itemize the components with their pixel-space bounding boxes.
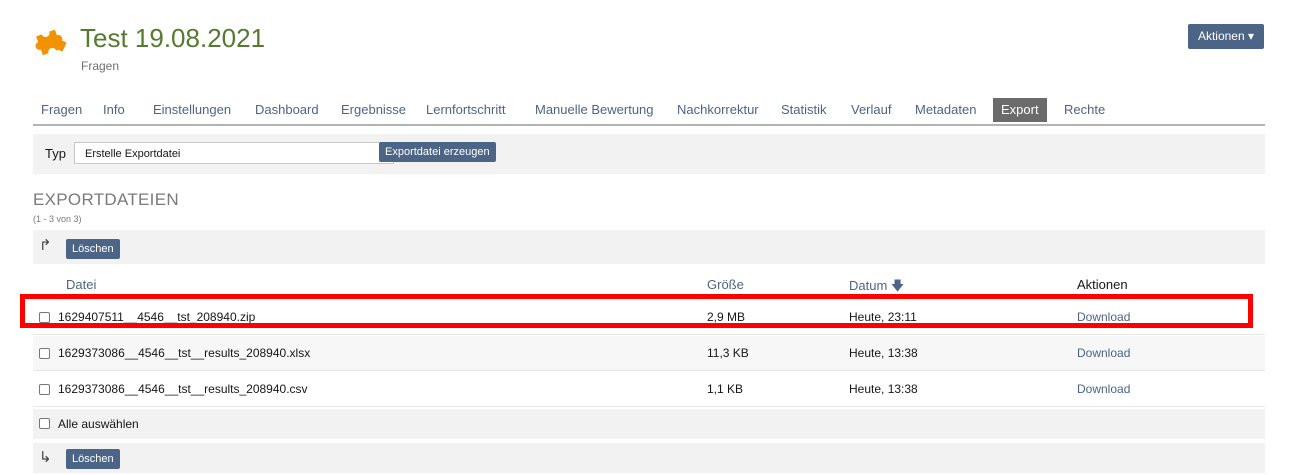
- file-name: 1629373086__4546__tst__results_208940.xl…: [58, 346, 311, 360]
- column-header-file[interactable]: Datei: [66, 277, 96, 292]
- tab-statistik[interactable]: Statistik: [773, 98, 835, 122]
- tab-rechte[interactable]: Rechte: [1056, 98, 1113, 122]
- section-title: EXPORTDATEIEN: [33, 190, 179, 209]
- select-all-label: Alle auswählen: [58, 417, 139, 431]
- select-all-checkbox[interactable]: [39, 418, 50, 429]
- tab-fragen[interactable]: Fragen: [33, 98, 90, 122]
- puzzle-icon: [35, 29, 67, 56]
- tab-manuelle-bewertung[interactable]: Manuelle Bewertung: [527, 98, 662, 122]
- export-type-value: Erstelle Exportdatei: [85, 148, 181, 160]
- download-link[interactable]: Download: [1077, 346, 1130, 360]
- delete-button-top[interactable]: Löschen: [66, 239, 120, 259]
- tab-dashboard[interactable]: Dashboard: [247, 98, 327, 122]
- bulk-actions-bottom: ↳ Löschen: [33, 443, 1265, 473]
- column-header-size[interactable]: Größe: [707, 277, 744, 292]
- page-subtitle: Fragen: [81, 59, 120, 73]
- tab-bar: Fragen Info Einstellungen Dashboard Erge…: [33, 98, 1265, 126]
- row-checkbox[interactable]: [39, 384, 50, 395]
- create-export-file-button[interactable]: Exportdatei erzeugen: [379, 142, 496, 162]
- arrow-down-right-icon: ↳: [39, 449, 52, 466]
- file-date: Heute, 13:38: [849, 382, 918, 396]
- download-link[interactable]: Download: [1077, 382, 1130, 396]
- arrow-down-icon: 🡇: [890, 278, 905, 293]
- column-header-actions: Aktionen: [1077, 277, 1128, 292]
- type-label: Typ: [45, 146, 66, 161]
- export-type-select[interactable]: Erstelle Exportdatei ⌄: [74, 142, 394, 164]
- page-title: Test 19.08.2021: [80, 23, 266, 53]
- file-name: 1629373086__4546__tst__results_208940.cs…: [58, 382, 308, 396]
- header: Test 19.08.2021 Fragen Aktionen ▾: [25, 12, 1265, 82]
- delete-button-bottom[interactable]: Löschen: [66, 449, 120, 469]
- tab-nachkorrektur[interactable]: Nachkorrektur: [669, 98, 767, 122]
- page: Test 19.08.2021 Fragen Aktionen ▾ Fragen…: [25, 12, 1265, 126]
- tab-lernfortschritt[interactable]: Lernfortschritt: [418, 98, 513, 122]
- tab-metadaten[interactable]: Metadaten: [907, 98, 984, 122]
- file-date: Heute, 13:38: [849, 346, 918, 360]
- tab-info[interactable]: Info: [95, 98, 133, 122]
- select-all-row: Alle auswählen: [33, 409, 1265, 439]
- highlight-box: [20, 294, 1253, 328]
- file-size: 1,1 KB: [707, 382, 744, 396]
- table-row: 1629373086__4546__tst__results_208940.cs…: [33, 372, 1265, 407]
- table-row: 1629373086__4546__tst__results_208940.xl…: [33, 336, 1265, 371]
- arrow-up-right-icon: ↱: [39, 237, 52, 254]
- row-checkbox[interactable]: [39, 348, 50, 359]
- tab-ergebnisse[interactable]: Ergebnisse: [333, 98, 414, 122]
- tab-einstellungen[interactable]: Einstellungen: [145, 98, 239, 122]
- file-size: 11,3 KB: [707, 346, 749, 360]
- export-toolbar: Typ Erstelle Exportdatei ⌄ Exportdatei e…: [33, 134, 1265, 174]
- result-count: (1 - 3 von 3): [33, 214, 82, 224]
- tab-export[interactable]: Export: [993, 98, 1047, 122]
- tab-verlauf[interactable]: Verlauf: [843, 98, 899, 122]
- bulk-actions-top: ↱ Löschen: [33, 230, 1265, 264]
- actions-dropdown-button[interactable]: Aktionen ▾: [1187, 24, 1264, 49]
